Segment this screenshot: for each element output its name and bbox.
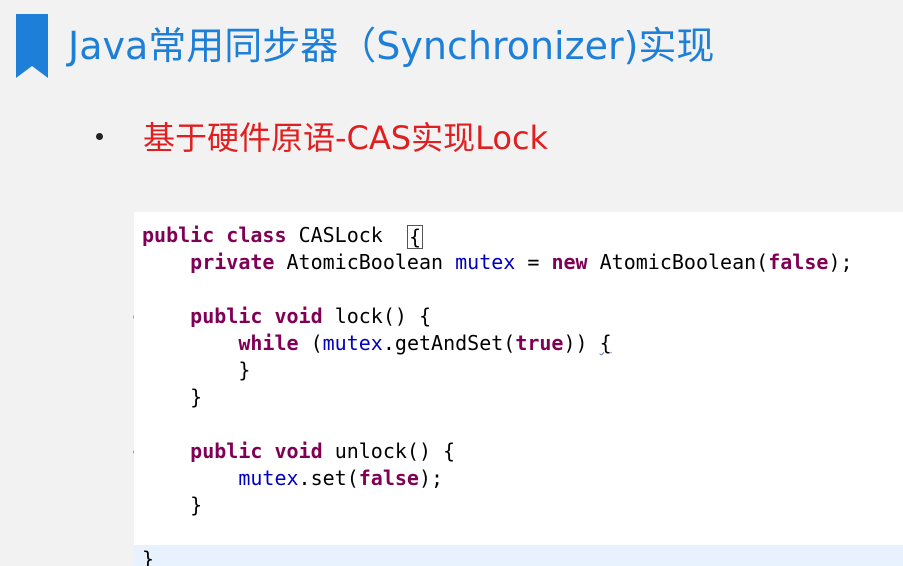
code-line: while (mutex.getAndSet(true)) { — [238, 331, 612, 355]
close-brace: } — [190, 493, 203, 517]
close-brace: } — [190, 385, 203, 409]
field-mutex: mutex — [455, 250, 516, 274]
keyword-true: true — [515, 331, 564, 355]
code-line: private AtomicBoolean mutex = new Atomic… — [190, 250, 853, 274]
type-name: AtomicBoolean — [286, 250, 444, 274]
keyword-void: void — [274, 304, 323, 328]
code-line: public void unlock() { — [142, 438, 853, 465]
warning-brace: { — [599, 331, 612, 355]
keyword-new: new — [551, 250, 588, 274]
keyword-public: public — [190, 304, 263, 328]
code-lines: public class CASLock { private AtomicBoo… — [142, 222, 853, 566]
code-line: public class CASLock { — [142, 222, 853, 249]
keyword-class: class — [226, 223, 287, 247]
bookmark-icon — [16, 14, 48, 78]
close-brace: } — [142, 547, 155, 566]
code-line: } — [142, 546, 853, 566]
keyword-private: private — [190, 250, 275, 274]
code-line: public void lock() { — [142, 303, 853, 330]
keyword-false: false — [768, 250, 829, 274]
class-name: CASLock — [298, 223, 383, 247]
bullet-item: 基于硬件原语-CAS实现Lock — [96, 114, 548, 158]
bullet-dot — [96, 132, 103, 140]
close-brace: } — [238, 358, 251, 382]
code-line: } — [142, 384, 853, 411]
code-line: } — [142, 357, 853, 384]
slide-title: Java常用同步器（Synchronizer)实现 — [68, 24, 715, 68]
method-getAndSet: .getAndSet( — [382, 331, 516, 355]
keyword-public: public — [190, 439, 263, 463]
field-mutex: mutex — [238, 466, 299, 490]
code-editor[interactable]: public class CASLock { private AtomicBoo… — [134, 212, 903, 566]
bullet-text: 基于硬件原语-CAS实现Lock — [143, 119, 549, 157]
code-line: } — [142, 492, 853, 519]
keyword-void: void — [274, 439, 323, 463]
keyword-while: while — [238, 331, 299, 355]
code-line: mutex.set(false); — [238, 466, 444, 490]
keyword-public: public — [142, 223, 215, 247]
type-name: AtomicBoolean — [599, 250, 757, 274]
method-unlock: unlock() { — [334, 439, 456, 463]
keyword-false: false — [358, 466, 419, 490]
method-lock: lock() { — [334, 304, 432, 328]
method-set: .set( — [298, 466, 359, 490]
matched-brace: { — [406, 224, 423, 249]
field-mutex: mutex — [322, 331, 383, 355]
